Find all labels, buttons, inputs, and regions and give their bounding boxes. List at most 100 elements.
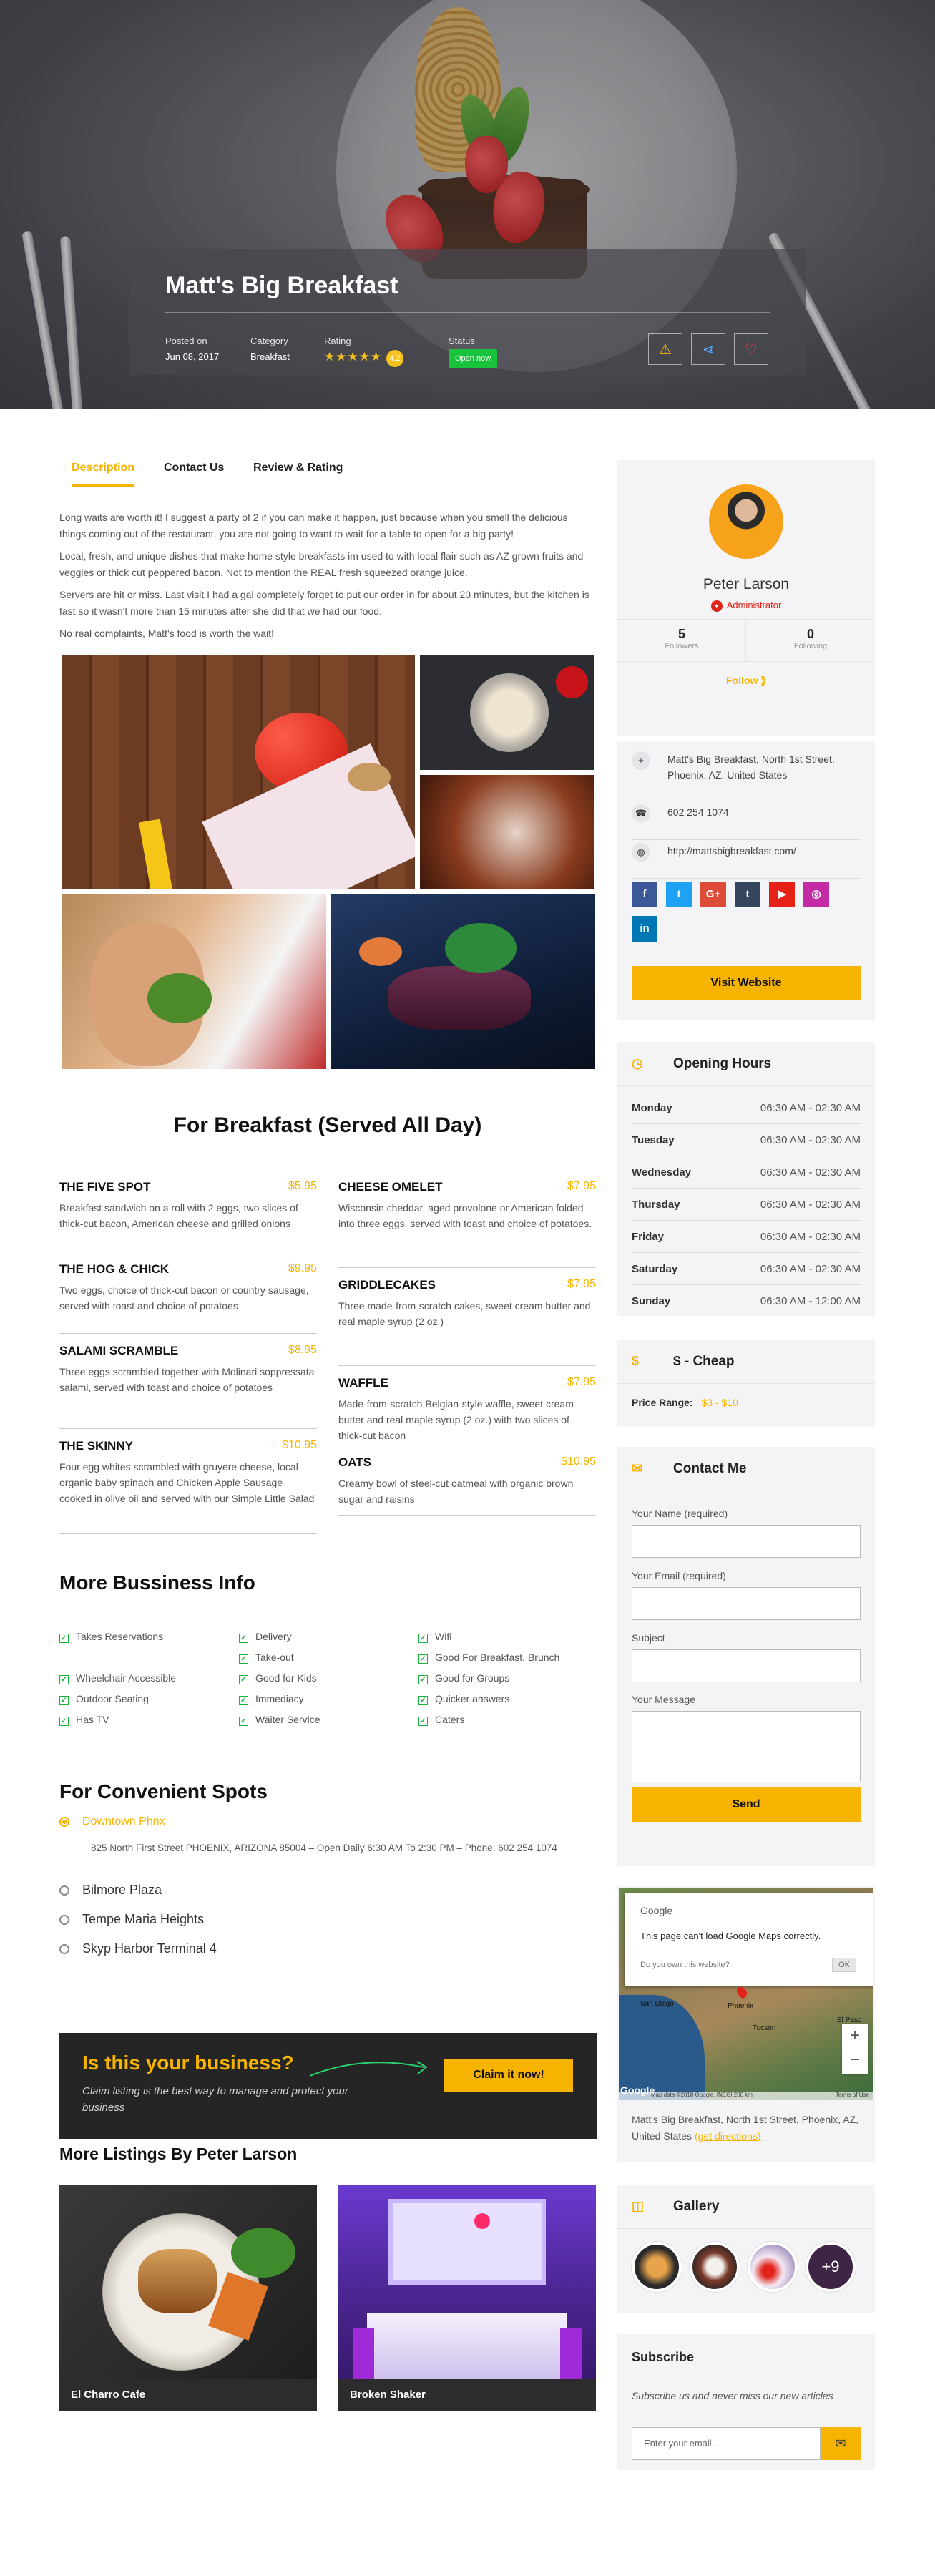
gallery-more-thumb[interactable]: +9 [806, 2242, 856, 2292]
menu-item-name: THE FIVE SPOT [59, 1180, 151, 1194]
contact-me-card: ✉ Contact Me Your Name (required) Your Em… [617, 1447, 875, 1866]
social-link-icon[interactable]: ▶ [769, 882, 795, 907]
price-range-label: Price Range: [632, 1397, 693, 1408]
claim-button[interactable]: Claim it now! [444, 2059, 573, 2092]
check-icon: ✓ [59, 1675, 69, 1684]
clock-icon: ◷ [632, 1056, 643, 1070]
menu-item: THE SKINNY $10.95 Four egg whites scramble… [59, 1439, 317, 1534]
phone-text[interactable]: 602 254 1074 [667, 804, 861, 820]
check-icon: ✓ [418, 1634, 428, 1643]
hours-time: 06:30 AM - 02:30 AM [760, 1199, 861, 1211]
website-link[interactable]: http://mattsbigbreakfast.com/ [667, 843, 861, 859]
following-stat[interactable]: 0 Following [746, 627, 875, 650]
followers-stat[interactable]: 5 Followers [617, 627, 746, 650]
spot-label: Skyp Harbor Terminal 4 [82, 1941, 217, 1956]
camera-icon: ◫ [632, 2199, 645, 2213]
map-terms-link[interactable]: Terms of Use [836, 2092, 869, 2098]
name-label: Your Name (required) [632, 1508, 728, 1519]
spot-label: Downtown Phnx [82, 1815, 165, 1828]
check-icon: ✓ [59, 1696, 69, 1705]
business-info-label: Has TV [76, 1714, 109, 1725]
social-link-icon[interactable]: G+ [700, 882, 726, 907]
opening-hours-card: ◷ Opening Hours Monday 06:30 AM - 02:30 AM… [617, 1042, 875, 1316]
menu-item-price: $7.95 [567, 1376, 596, 1388]
author-name[interactable]: Peter Larson [617, 576, 875, 593]
gallery-photo-tomatoes[interactable] [62, 655, 415, 889]
gallery-title: Gallery [673, 2198, 720, 2214]
hours-day: Friday [632, 1231, 665, 1243]
check-icon: ✓ [59, 1717, 69, 1726]
subscribe-button[interactable]: ✉ [821, 2427, 861, 2460]
listing-card[interactable]: Broken Shaker [338, 2185, 596, 2411]
spot-option[interactable]: Tempe Maria Heights [59, 1912, 204, 1927]
favorite-button[interactable]: ♡ [734, 333, 768, 365]
gallery-photo-chef[interactable] [62, 894, 326, 1069]
subject-input[interactable] [632, 1649, 861, 1682]
social-link-icon[interactable]: t [735, 882, 760, 907]
rating-stars: ★★★★★ [324, 350, 383, 364]
menu-item-desc: Two eggs, choice of thick-cut bacon or c… [59, 1284, 309, 1312]
email-input[interactable] [632, 1587, 861, 1620]
business-info-item: ✓ Quicker answers [418, 1693, 509, 1705]
gallery-thumb[interactable] [748, 2242, 798, 2292]
heart-icon: ♡ [745, 341, 758, 358]
map-marker-icon[interactable] [735, 1985, 749, 1999]
get-directions-link[interactable]: (get directions) [695, 2130, 761, 2142]
tab-contact-us[interactable]: Contact Us [164, 462, 224, 474]
listing-card[interactable]: El Charro Cafe [59, 2185, 317, 2411]
map-own-link[interactable]: Do you own this website? [640, 1961, 730, 1969]
hours-day: Monday [632, 1102, 672, 1114]
rating-label: Rating [324, 336, 351, 346]
visit-website-button[interactable]: Visit Website [632, 966, 861, 1000]
radio-icon [59, 1944, 69, 1955]
tab-description[interactable]: Description [72, 462, 135, 487]
spot-option-selected[interactable]: Downtown Phnx [59, 1815, 165, 1828]
map-ok-button[interactable]: OK [832, 1958, 856, 1972]
zoom-in-button[interactable]: + [842, 2024, 868, 2048]
category-value[interactable]: Breakfast [250, 349, 290, 365]
menu-item-price: $8.95 [288, 1344, 317, 1356]
social-link-icon[interactable]: t [666, 882, 692, 907]
gallery-thumb[interactable] [632, 2242, 682, 2292]
send-button[interactable]: Send [632, 1787, 861, 1822]
following-label: Following [793, 642, 828, 650]
more-listings-title: More Listings By Peter Larson [59, 2145, 298, 2163]
description-paragraph: Servers are hit or miss. Last visit I ha… [59, 589, 589, 617]
gallery-photo-steak[interactable] [331, 894, 595, 1069]
zoom-out-button[interactable]: − [842, 2048, 868, 2072]
check-icon: ✓ [239, 1654, 248, 1664]
gallery-photo-dough[interactable] [420, 775, 594, 889]
avatar[interactable] [709, 484, 783, 559]
google-map[interactable]: Google This page can't load Google Maps … [619, 1888, 873, 2100]
menu-item: CHEESE OMELET $7.95 Wisconsin cheddar, age… [338, 1180, 596, 1268]
subscribe-email-input[interactable]: Enter your email... [632, 2427, 821, 2460]
follow-button[interactable]: Follow ⟫ [617, 675, 875, 687]
map-label: Phoenix [728, 2002, 754, 2010]
social-link-icon[interactable]: ◎ [803, 882, 829, 907]
name-input[interactable] [632, 1525, 861, 1558]
menu-item-price: $9.95 [288, 1262, 317, 1274]
claim-banner: Is this your business? Claim listing is … [59, 2033, 597, 2139]
author-contact-card: ⌖ Matt's Big Breakfast, North 1st Street,… [617, 741, 875, 1020]
menu-item: WAFFLE $7.95 Made-from-scratch Belgian-sty… [338, 1376, 596, 1445]
social-link-icon[interactable]: in [632, 916, 657, 942]
share-button[interactable]: ⋖ [691, 333, 725, 365]
menu-item: THE FIVE SPOT $5.95 Breakfast sandwich on … [59, 1180, 317, 1252]
menu-item-desc: Four egg whites scrambled with gruyere c… [59, 1461, 315, 1504]
spot-option[interactable]: Skyp Harbor Terminal 4 [59, 1941, 217, 1956]
social-link-icon[interactable]: f [632, 882, 657, 907]
business-info-item: ✓ Good for Kids [239, 1672, 317, 1684]
listing-name: El Charro Cafe [59, 2379, 317, 2411]
phone-icon: ☎ [632, 804, 650, 823]
report-button[interactable]: ⚠ [648, 333, 682, 365]
message-textarea[interactable] [632, 1711, 861, 1782]
claim-title: Is this your business? [82, 2051, 294, 2074]
contact-title: Contact Me [673, 1460, 747, 1476]
hours-row: Friday 06:30 AM - 02:30 AM [632, 1221, 861, 1253]
gallery-thumb[interactable] [690, 2242, 740, 2292]
tab-review-rating[interactable]: Review & Rating [253, 462, 343, 474]
spot-option[interactable]: Bilmore Plaza [59, 1883, 162, 1898]
followers-label: Followers [665, 642, 699, 650]
gallery-photo-oats[interactable] [420, 655, 594, 770]
menu-item-desc: Three eggs scrambled together with Molin… [59, 1366, 315, 1393]
